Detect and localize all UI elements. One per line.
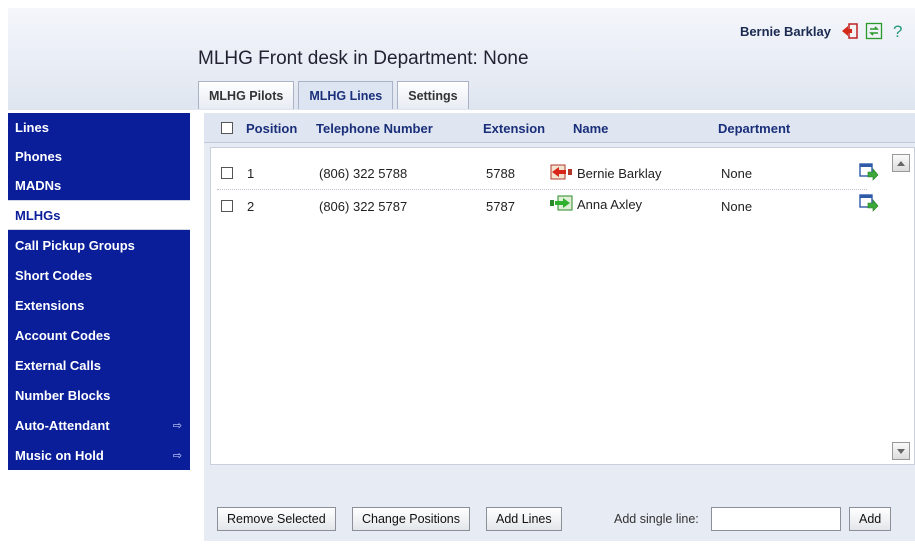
svg-text:?: ? [893,22,902,40]
sidebar-item-music-on-hold[interactable]: Music on Hold ⇨ [8,440,190,470]
row-telephone-number: (806) 322 5787 [319,199,408,214]
sidebar-item-label: Number Blocks [15,387,111,403]
row-position: 1 [247,166,255,181]
sidebar-item-label: Music on Hold [15,447,104,463]
row-name: Anna Axley [577,197,643,212]
sidebar-item-label: External Calls [15,357,101,373]
table-row: 2 (806) 322 5787 5787 Anna Axley None [211,190,887,220]
row-checkbox[interactable] [221,200,233,212]
sidebar: Lines Phones MADNs MLHGs Call Pickup Gro… [8,113,190,470]
scroll-down-button[interactable] [892,442,910,460]
add-button[interactable]: Add [849,507,892,531]
sidebar-item-label: Auto-Attendant [15,417,110,433]
chevron-up-icon [897,161,905,166]
add-single-line-input[interactable] [711,507,841,531]
row-department: None [721,199,753,214]
sidebar-item-account-codes[interactable]: Account Codes [8,320,190,350]
external-link-icon: ⇨ [172,449,182,462]
sidebar-item-madns[interactable]: MADNs [8,171,190,200]
logout-icon[interactable] [841,22,859,40]
sidebar-item-label: Lines [15,120,49,135]
select-all-checkbox[interactable] [221,122,233,134]
tab-label: Settings [408,88,458,103]
incoming-green-arrow-icon [550,195,574,211]
add-single-line-label: Add single line: [614,512,699,526]
remove-selected-button[interactable]: Remove Selected [217,507,336,531]
table-row: 1 (806) 322 5788 5788 Bernie Barklay Non… [211,157,887,187]
sidebar-item-label: Account Codes [15,327,111,343]
tab-label: MLHG Pilots [209,88,284,103]
user-area: Bernie Barklay ? [739,22,907,41]
column-header-row: Position Telephone Number Extension Name… [204,113,915,143]
sidebar-item-extensions[interactable]: Extensions [8,290,190,320]
sidebar-item-phones[interactable]: Phones [8,142,190,171]
row-checkbox[interactable] [221,167,233,179]
tab-mlhg-lines[interactable]: MLHG Lines [298,81,394,109]
row-department: None [721,166,753,181]
row-name: Bernie Barklay [577,166,662,181]
row-extension: 5788 [486,166,515,181]
sidebar-item-auto-attendant[interactable]: Auto-Attendant ⇨ [8,410,190,440]
sidebar-item-label: Call Pickup Groups [15,237,135,253]
column-header-name[interactable]: Name [573,121,608,136]
refresh-icon[interactable] [865,22,883,40]
sidebar-item-lines[interactable]: Lines [8,113,190,142]
row-extension: 5787 [486,199,515,214]
row-position: 2 [247,199,255,214]
column-header-position[interactable]: Position [246,121,297,136]
column-header-extension[interactable]: Extension [483,121,545,136]
scroll-up-button[interactable] [892,154,910,172]
sidebar-item-short-codes[interactable]: Short Codes [8,260,190,290]
column-header-telephone-number[interactable]: Telephone Number [316,121,433,136]
page-title: MLHG Front desk in Department: None [198,48,529,69]
go-to-line-icon[interactable] [859,163,879,181]
sidebar-item-mlhgs[interactable]: MLHGs [8,200,190,230]
sidebar-item-label: Phones [15,149,62,164]
tab-mlhg-pilots[interactable]: MLHG Pilots [198,81,295,109]
sidebar-item-label: Short Codes [15,267,93,283]
action-footer: Remove Selected Change Positions Add Lin… [204,499,915,541]
sidebar-item-external-calls[interactable]: External Calls [8,350,190,380]
header-bar: Bernie Barklay ? MLHG Front desk in Depa… [8,8,915,110]
lines-list: 1 (806) 322 5788 5788 Bernie Barklay Non… [210,147,915,465]
list-scrollbar[interactable] [892,150,910,462]
chevron-down-icon [897,449,905,454]
sidebar-item-label: MLHGs [15,207,61,223]
sidebar-item-call-pickup-groups[interactable]: Call Pickup Groups [8,230,190,260]
go-to-line-icon[interactable] [859,194,879,212]
sidebar-item-label: Extensions [15,297,85,313]
sidebar-item-number-blocks[interactable]: Number Blocks [8,380,190,410]
tab-label: MLHG Lines [309,88,383,103]
external-link-icon: ⇨ [172,419,182,432]
outgoing-red-arrow-icon [550,164,574,180]
help-icon[interactable]: ? [889,22,907,41]
row-telephone-number: (806) 322 5788 [319,166,408,181]
column-header-department[interactable]: Department [718,121,790,136]
add-lines-button[interactable]: Add Lines [486,507,562,531]
user-name: Bernie Barklay [739,23,831,39]
mlhg-lines-panel: Position Telephone Number Extension Name… [204,113,915,541]
change-positions-button[interactable]: Change Positions [352,507,470,531]
sidebar-item-label: MADNs [15,178,62,193]
tab-bar: MLHG Pilots MLHG Lines Settings [198,81,469,109]
tab-settings[interactable]: Settings [397,81,469,109]
